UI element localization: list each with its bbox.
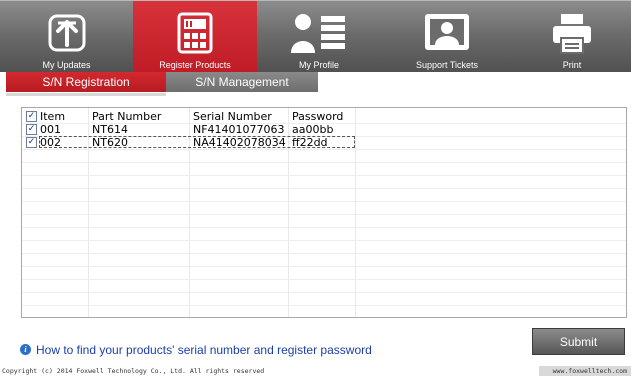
toolbar-label-print: Print bbox=[562, 60, 582, 70]
toolbar-support-tickets[interactable]: Support Tickets bbox=[381, 1, 513, 73]
upload-arrow-icon bbox=[48, 14, 85, 52]
empty-row bbox=[22, 279, 626, 293]
empty-row bbox=[22, 149, 626, 163]
empty-row bbox=[22, 227, 626, 241]
empty-row bbox=[22, 175, 626, 189]
empty-row bbox=[22, 188, 626, 202]
printer-icon bbox=[553, 14, 591, 54]
calculator-icon bbox=[177, 12, 213, 54]
empty-row bbox=[22, 214, 626, 228]
column-header-part-number[interactable]: Part Number bbox=[92, 110, 161, 123]
column-header-serial-number[interactable]: Serial Number bbox=[193, 110, 272, 123]
table-row[interactable]: ✓ 001 NT614 NF41401077063 aa00bb bbox=[22, 123, 626, 137]
serial-number-grid[interactable]: ✓ Item Part Number Serial Number Passwor… bbox=[21, 107, 627, 318]
tab-underline bbox=[6, 93, 166, 96]
select-all-checkbox[interactable]: ✓ bbox=[26, 111, 37, 122]
tab-sn-registration[interactable]: S/N Registration bbox=[6, 72, 166, 92]
main-toolbar: My Updates Register Products My Profile bbox=[0, 0, 631, 73]
submit-button[interactable]: Submit bbox=[532, 328, 625, 355]
column-header-password[interactable]: Password bbox=[292, 110, 343, 123]
column-header-item[interactable]: Item bbox=[40, 110, 65, 123]
tab-sn-management[interactable]: S/N Management bbox=[166, 72, 318, 92]
toolbar-label-support-tickets: Support Tickets bbox=[415, 60, 479, 70]
website-link[interactable]: www.foxwelltech.com bbox=[553, 366, 627, 376]
row-checkbox[interactable]: ✓ bbox=[26, 124, 37, 135]
toolbar-register-products[interactable]: Register Products bbox=[133, 1, 257, 73]
serial-number-cell[interactable]: NF41401077063 bbox=[193, 123, 285, 136]
empty-row bbox=[22, 201, 626, 215]
website-badge: www.foxwelltech.com bbox=[539, 366, 631, 376]
empty-row bbox=[22, 253, 626, 267]
footer: Copyright (c) 2014 Foxwell Technology Co… bbox=[0, 366, 631, 376]
profile-icon bbox=[291, 14, 345, 53]
grid-header-row: ✓ Item Part Number Serial Number Passwor… bbox=[22, 110, 626, 124]
password-cell[interactable]: aa00bb bbox=[292, 123, 333, 136]
toolbar-my-profile[interactable]: My Profile bbox=[257, 1, 381, 73]
toolbar-print[interactable]: Print bbox=[513, 1, 631, 73]
info-icon: i bbox=[20, 344, 31, 355]
empty-row bbox=[22, 240, 626, 254]
row-focus-outline bbox=[39, 136, 355, 148]
toolbar-my-updates[interactable]: My Updates bbox=[0, 1, 133, 73]
row-checkbox[interactable]: ✓ bbox=[26, 137, 37, 148]
copyright-text: Copyright (c) 2014 Foxwell Technology Co… bbox=[2, 367, 265, 375]
toolbar-label-register-products: Register Products bbox=[159, 60, 231, 70]
toolbar-label-my-profile: My Profile bbox=[298, 60, 339, 70]
part-number-cell: NT614 bbox=[92, 123, 128, 136]
toolbar-label-my-updates: My Updates bbox=[42, 60, 91, 70]
subtab-bar: S/N Registration S/N Management bbox=[0, 72, 631, 92]
item-cell: 001 bbox=[40, 123, 61, 136]
help-link-text[interactable]: How to find your products' serial number… bbox=[36, 343, 372, 357]
empty-row bbox=[22, 266, 626, 280]
empty-row bbox=[22, 292, 626, 306]
empty-row bbox=[22, 162, 626, 176]
support-icon bbox=[425, 14, 469, 50]
